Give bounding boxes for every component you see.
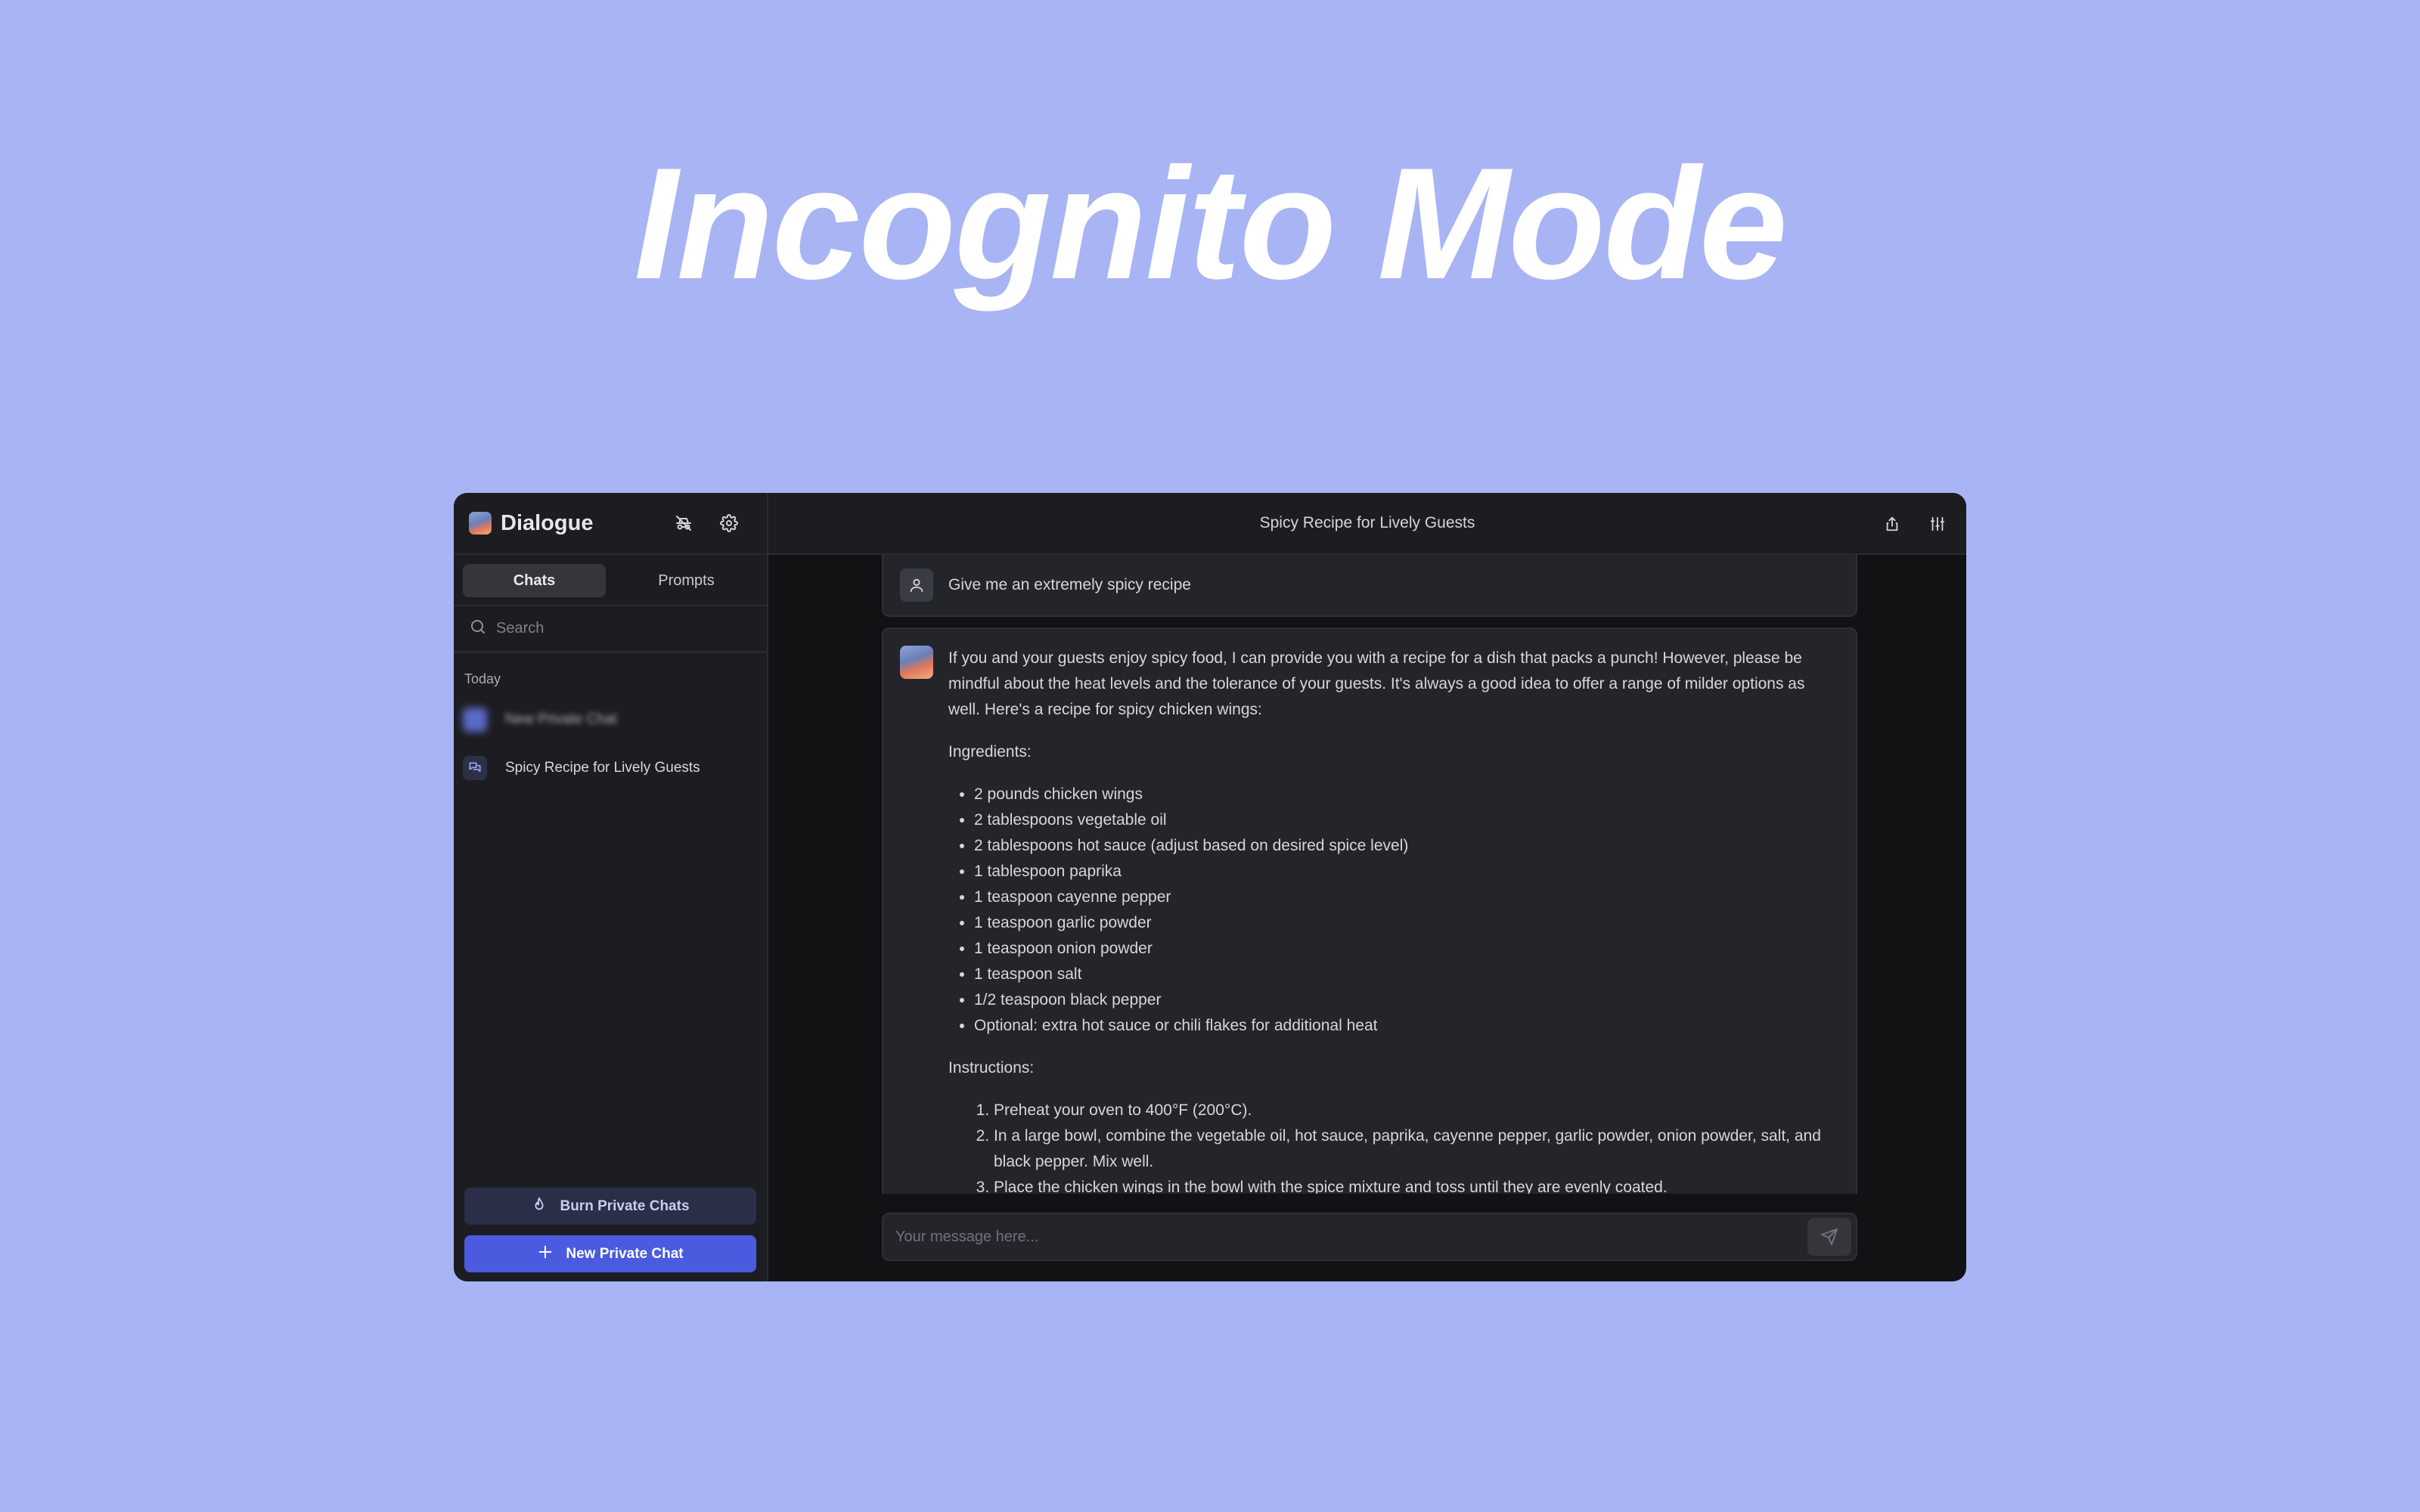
sidebar-tabs: Chats Prompts (454, 555, 767, 606)
assistant-avatar (900, 646, 933, 679)
message-input[interactable] (895, 1228, 1807, 1246)
search-icon (469, 618, 487, 640)
chat-item-label: Spicy Recipe for Lively Guests (505, 760, 700, 776)
list-item: 1 teaspoon salt (974, 962, 1839, 987)
user-avatar-icon (900, 569, 933, 602)
incognito-toggle-icon[interactable] (661, 500, 706, 546)
conversation-header: Spicy Recipe for Lively Guests (768, 493, 1966, 555)
list-item: 1 teaspoon cayenne pepper (974, 885, 1839, 910)
new-button-label: New Private Chat (566, 1245, 684, 1262)
list-item: 2 tablespoons vegetable oil (974, 807, 1839, 833)
flame-icon (531, 1196, 548, 1217)
sliders-icon[interactable] (1922, 509, 1953, 539)
sidebar-header: Dialogue (454, 493, 767, 555)
assistant-intro: If you and your guests enjoy spicy food,… (948, 649, 1805, 718)
conversation-title: Spicy Recipe for Lively Guests (1259, 514, 1475, 531)
app-window: Dialogue Chats Prompts Search Today New … (454, 493, 1966, 1281)
new-private-chat-button[interactable]: New Private Chat (464, 1235, 756, 1272)
header-actions (1877, 493, 1953, 555)
list-item: 1/2 teaspoon black pepper (974, 987, 1839, 1013)
app-name: Dialogue (501, 510, 594, 535)
message-thread[interactable]: Give me an extremely spicy recipe If you… (882, 555, 1857, 1194)
burn-private-chats-button[interactable]: Burn Private Chats (464, 1188, 756, 1225)
hero-title: Incognito Mode (634, 135, 1787, 312)
list-item: Optional: extra hot sauce or chili flake… (974, 1013, 1839, 1039)
send-button[interactable] (1807, 1218, 1851, 1256)
user-message: Give me an extremely spicy recipe (882, 555, 1857, 617)
section-label-today: Today (464, 671, 501, 686)
settings-gear-icon[interactable] (706, 500, 752, 546)
sidebar-item-spicy-recipe[interactable]: Spicy Recipe for Lively Guests (454, 744, 767, 792)
list-item: Place the chicken wings in the bowl with… (994, 1175, 1839, 1194)
plus-icon (537, 1244, 554, 1265)
list-item: 2 pounds chicken wings (974, 782, 1839, 807)
search-bar (454, 606, 767, 653)
tab-prompts[interactable]: Prompts (615, 564, 758, 597)
search-input[interactable] (496, 620, 723, 637)
tab-chats[interactable]: Chats (463, 564, 606, 597)
instructions-heading: Instructions: (948, 1059, 1035, 1077)
chat-item-label: New Private Chat (505, 711, 617, 727)
list-item: 1 teaspoon onion powder (974, 936, 1839, 962)
chat-bubbles-icon (463, 756, 487, 780)
sidebar-item-new-private-chat[interactable]: New Private Chat (454, 696, 767, 744)
list-item: 1 tablespoon paprika (974, 859, 1839, 885)
chat-avatar-icon (463, 708, 487, 732)
send-icon (1821, 1228, 1838, 1245)
message-composer (882, 1213, 1857, 1261)
assistant-message-text: If you and your guests enjoy spicy food,… (948, 646, 1839, 1194)
burn-button-label: Burn Private Chats (560, 1198, 690, 1214)
ingredients-list: 2 pounds chicken wings 2 tablespoons veg… (948, 782, 1839, 1039)
share-icon[interactable] (1877, 509, 1907, 539)
app-logo (469, 512, 492, 534)
sidebar-actions: Burn Private Chats New Private Chat (464, 1188, 756, 1272)
list-item: In a large bowl, combine the vegetable o… (994, 1123, 1839, 1175)
list-item: 2 tablespoons hot sauce (adjust based on… (974, 833, 1839, 859)
list-item: 1 teaspoon garlic powder (974, 910, 1839, 936)
list-item: Preheat your oven to 400°F (200°C). (994, 1098, 1839, 1123)
main-panel: Spicy Recipe for Lively Guests Give me a… (768, 493, 1966, 1281)
sidebar: Dialogue Chats Prompts Search Today New … (454, 493, 768, 1281)
ingredients-heading: Ingredients: (948, 743, 1032, 761)
assistant-message: If you and your guests enjoy spicy food,… (882, 627, 1857, 1194)
user-message-text: Give me an extremely spicy recipe (948, 576, 1191, 593)
instructions-list: Preheat your oven to 400°F (200°C). In a… (948, 1098, 1839, 1194)
